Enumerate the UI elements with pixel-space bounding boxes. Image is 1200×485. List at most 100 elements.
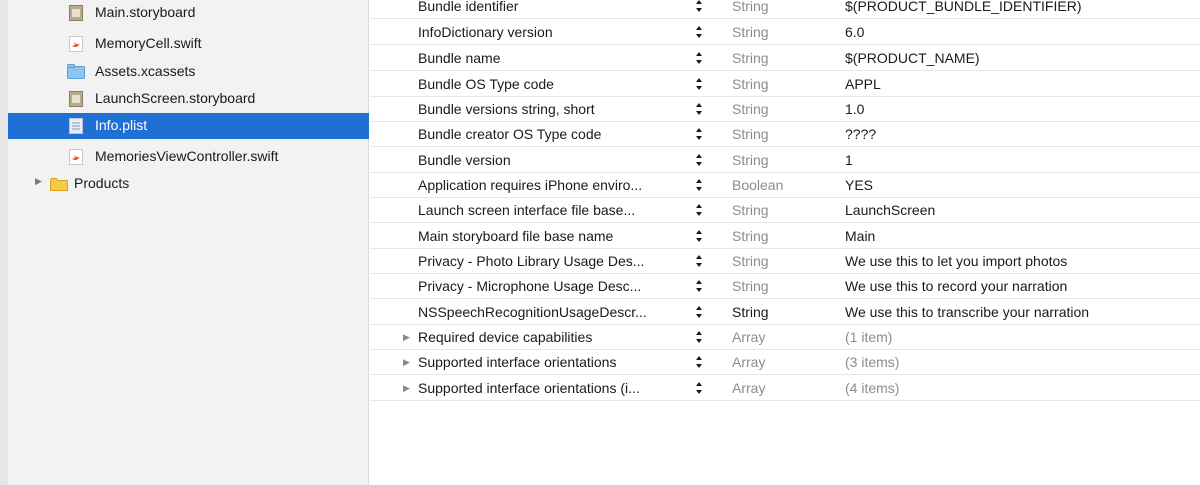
type-stepper-icon[interactable]	[695, 354, 703, 370]
type-stepper-icon[interactable]	[695, 0, 703, 14]
navigator-item-label: Main.storyboard	[95, 4, 196, 20]
navigator-group-label: Products	[74, 175, 130, 191]
plist-row[interactable]: Bundle creator OS Type code String ????	[370, 122, 1200, 147]
type-stepper-icon[interactable]	[695, 50, 703, 66]
plist-key[interactable]: Bundle version	[418, 152, 511, 168]
plist-row[interactable]: Bundle versions string, short String 1.0	[370, 97, 1200, 122]
swift-file-icon	[69, 36, 83, 52]
navigator-item-assets[interactable]: Assets.xcassets	[8, 59, 369, 85]
plist-type[interactable]: String	[732, 228, 769, 244]
plist-type[interactable]: String	[732, 253, 769, 269]
plist-value[interactable]: APPL	[845, 76, 881, 92]
type-stepper-icon[interactable]	[695, 126, 703, 142]
type-stepper-icon[interactable]	[695, 380, 703, 396]
plist-value[interactable]: Main	[845, 228, 875, 244]
navigator-item-label: MemoriesViewController.swift	[95, 148, 279, 164]
xcode-window: Main.storyboard MemoryCell.swift Assets.…	[0, 0, 1200, 485]
plist-type[interactable]: String	[732, 50, 769, 66]
navigator-item-label: LaunchScreen.storyboard	[95, 90, 256, 106]
plist-key[interactable]: Launch screen interface file base...	[418, 202, 635, 218]
plist-row[interactable]: ▶ Required device capabilities Array (1 …	[370, 325, 1200, 350]
plist-value[interactable]: ????	[845, 126, 876, 142]
type-stepper-icon[interactable]	[695, 202, 703, 218]
plist-key[interactable]: Bundle name	[418, 50, 501, 66]
plist-row[interactable]: NSSpeechRecognitionUsageDescr... String …	[370, 300, 1200, 325]
plist-type[interactable]: Array	[732, 354, 765, 370]
plist-value[interactable]: $(PRODUCT_NAME)	[845, 50, 980, 66]
plist-type[interactable]: String	[732, 152, 769, 168]
plist-value[interactable]: 6.0	[845, 24, 864, 40]
plist-row[interactable]: Application requires iPhone enviro... Bo…	[370, 173, 1200, 198]
type-stepper-icon[interactable]	[695, 304, 703, 320]
type-stepper-icon[interactable]	[695, 152, 703, 168]
plist-key[interactable]: Required device capabilities	[418, 329, 592, 345]
plist-key[interactable]: Supported interface orientations (i...	[418, 380, 640, 396]
plist-row[interactable]: Bundle OS Type code String APPL	[370, 72, 1200, 97]
plist-type[interactable]: String	[732, 0, 769, 14]
plist-key[interactable]: InfoDictionary version	[418, 24, 553, 40]
plist-key[interactable]: Bundle OS Type code	[418, 76, 554, 92]
disclosure-triangle-icon[interactable]: ▶	[403, 357, 410, 368]
type-stepper-icon[interactable]	[695, 329, 703, 345]
plist-type[interactable]: String	[732, 101, 769, 117]
plist-key[interactable]: Bundle versions string, short	[418, 101, 595, 117]
plist-row[interactable]: Privacy - Microphone Usage Desc... Strin…	[370, 274, 1200, 299]
plist-key[interactable]: Privacy - Photo Library Usage Des...	[418, 253, 644, 269]
plist-value[interactable]: YES	[845, 177, 873, 193]
navigator-item-memoriesviewcontroller-swift[interactable]: MemoriesViewController.swift	[8, 144, 369, 170]
plist-type[interactable]: String	[732, 24, 769, 40]
plist-key[interactable]: Application requires iPhone enviro...	[418, 177, 642, 193]
asset-catalog-icon	[67, 64, 85, 79]
plist-type[interactable]: String	[732, 76, 769, 92]
plist-row[interactable]: Bundle name String $(PRODUCT_NAME)	[370, 46, 1200, 71]
plist-value[interactable]: We use this to record your narration	[845, 278, 1067, 294]
disclosure-triangle-icon[interactable]: ▶	[403, 383, 410, 394]
type-stepper-icon[interactable]	[695, 228, 703, 244]
plist-type[interactable]: String	[732, 278, 769, 294]
plist-type[interactable]: Boolean	[732, 177, 783, 193]
navigator-item-main-storyboard[interactable]: Main.storyboard	[8, 0, 369, 26]
plist-key[interactable]: Bundle identifier	[418, 0, 518, 14]
plist-key[interactable]: Privacy - Microphone Usage Desc...	[418, 278, 641, 294]
plist-key[interactable]: Bundle creator OS Type code	[418, 126, 601, 142]
plist-key[interactable]: NSSpeechRecognitionUsageDescr...	[418, 304, 647, 320]
navigator-group-products[interactable]: ▶ Products	[8, 171, 369, 197]
plist-value[interactable]: 1.0	[845, 101, 864, 117]
navigator-item-launchscreen-storyboard[interactable]: LaunchScreen.storyboard	[8, 86, 369, 112]
plist-key[interactable]: Supported interface orientations	[418, 354, 616, 370]
plist-editor: Bundle identifier String $(PRODUCT_BUNDL…	[370, 0, 1200, 485]
plist-row[interactable]: Launch screen interface file base... Str…	[370, 198, 1200, 223]
folder-icon	[50, 178, 68, 191]
disclosure-triangle-icon[interactable]: ▶	[403, 332, 410, 343]
plist-value[interactable]: 1	[845, 152, 853, 168]
plist-value[interactable]: LaunchScreen	[845, 202, 935, 218]
plist-type[interactable]: String	[732, 304, 769, 320]
type-stepper-icon[interactable]	[695, 253, 703, 269]
navigator-item-memorycell-swift[interactable]: MemoryCell.swift	[8, 31, 369, 57]
plist-row[interactable]: InfoDictionary version String 6.0	[370, 20, 1200, 45]
plist-row[interactable]: Privacy - Photo Library Usage Des... Str…	[370, 249, 1200, 274]
navigator-item-info-plist[interactable]: Info.plist	[8, 113, 369, 139]
plist-type[interactable]: String	[732, 126, 769, 142]
plist-value[interactable]: We use this to let you import photos	[845, 253, 1067, 269]
plist-type[interactable]: Array	[732, 329, 765, 345]
type-stepper-icon[interactable]	[695, 177, 703, 193]
plist-row[interactable]: Bundle version String 1	[370, 148, 1200, 173]
plist-row[interactable]: ▶ Supported interface orientations Array…	[370, 350, 1200, 375]
type-stepper-icon[interactable]	[695, 24, 703, 40]
plist-row[interactable]: ▶ Supported interface orientations (i...…	[370, 376, 1200, 401]
navigator-item-label: Assets.xcassets	[95, 63, 196, 79]
type-stepper-icon[interactable]	[695, 278, 703, 294]
plist-row[interactable]: Bundle identifier String $(PRODUCT_BUNDL…	[370, 0, 1200, 19]
plist-type[interactable]: String	[732, 202, 769, 218]
plist-value[interactable]: We use this to transcribe your narration	[845, 304, 1089, 320]
disclosure-triangle-icon[interactable]: ▶	[35, 176, 42, 187]
plist-value[interactable]: $(PRODUCT_BUNDLE_IDENTIFIER)	[845, 0, 1081, 14]
plist-row[interactable]: Main storyboard file base name String Ma…	[370, 224, 1200, 249]
plist-type[interactable]: Array	[732, 380, 765, 396]
type-stepper-icon[interactable]	[695, 76, 703, 92]
type-stepper-icon[interactable]	[695, 101, 703, 117]
navigator-edge	[0, 0, 8, 485]
plist-key[interactable]: Main storyboard file base name	[418, 228, 613, 244]
plist-value: (3 items)	[845, 354, 900, 370]
